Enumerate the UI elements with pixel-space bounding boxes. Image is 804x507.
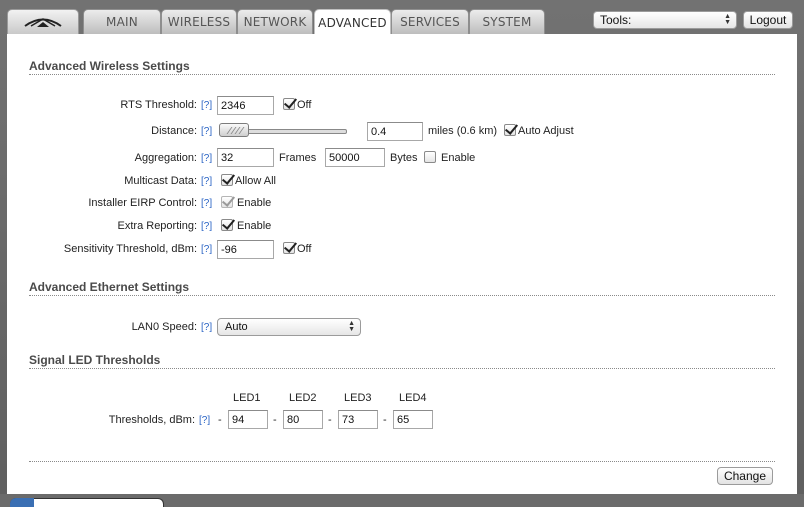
led3-threshold-input[interactable] (338, 410, 378, 429)
led1-threshold-input[interactable] (228, 410, 268, 429)
distance-slider-handle[interactable] (219, 123, 249, 137)
distance-unit-text: miles (0.6 km) (428, 125, 498, 137)
sensitivity-off-checkbox[interactable] (283, 242, 295, 254)
wireless-section-title: Advanced Wireless Settings (29, 59, 190, 73)
tab-advanced[interactable]: ADVANCED (314, 9, 391, 35)
distance-help-link[interactable]: [?] (201, 126, 212, 137)
led2-header: LED2 (289, 392, 317, 404)
footer-logo-icon (10, 498, 34, 507)
led-section-title: Signal LED Thresholds (29, 353, 161, 367)
sensitivity-off-label: Off (297, 243, 312, 255)
multicast-help-link[interactable]: [?] (201, 176, 212, 187)
tab-network[interactable]: NETWORK (237, 9, 313, 34)
advanced-settings-panel: Advanced Wireless Settings RTS Threshold… (7, 34, 797, 494)
logout-button[interactable]: Logout (743, 11, 793, 29)
aggregation-bytes-input[interactable] (325, 148, 385, 167)
led-separator: - (273, 414, 277, 426)
aggregation-frames-input[interactable] (217, 148, 274, 167)
frames-label: Frames (279, 152, 317, 164)
led-separator: - (383, 414, 387, 426)
distance-label: Distance: (151, 125, 197, 137)
tools-select[interactable]: Tools: ▲ ▼ (593, 11, 737, 29)
lan0-help-link[interactable]: [?] (201, 322, 212, 333)
tab-system[interactable]: SYSTEM (469, 9, 545, 34)
select-arrows-icon: ▲ ▼ (348, 320, 355, 333)
installer-eirp-enable-label: Enable (237, 197, 272, 209)
led1-header: LED1 (233, 392, 261, 404)
extra-reporting-checkbox[interactable] (221, 219, 233, 231)
multicast-allow-label: Allow All (235, 175, 276, 187)
lan0-speed-select[interactable]: Auto ▲ ▼ (217, 318, 361, 336)
section-divider (29, 368, 775, 369)
top-navigation: MAIN WIRELESS NETWORK ADVANCED SERVICES … (0, 0, 804, 35)
led-separator: - (218, 414, 222, 426)
sensitivity-threshold-input[interactable] (217, 240, 274, 259)
installer-eirp-help-link[interactable]: [?] (201, 198, 212, 209)
select-arrows-icon: ▲ ▼ (724, 13, 731, 26)
led4-header: LED4 (399, 392, 427, 404)
multicast-data-label: Multicast Data: (124, 175, 197, 187)
auto-adjust-label: Auto Adjust (518, 125, 574, 137)
logo-icon (24, 18, 62, 27)
sensitivity-threshold-label: Sensitivity Threshold, dBm: (63, 243, 197, 255)
bytes-label: Bytes (390, 152, 418, 164)
lan0-speed-label: LAN0 Speed: (131, 321, 197, 333)
tab-services[interactable]: SERVICES (391, 9, 469, 34)
aggregation-help-link[interactable]: [?] (201, 153, 212, 164)
distance-input[interactable] (367, 122, 423, 141)
ubiquiti-logo[interactable] (7, 9, 79, 34)
rts-threshold-label: RTS Threshold: (120, 99, 197, 111)
installer-eirp-checkbox (221, 196, 233, 208)
rts-off-checkbox[interactable] (283, 98, 295, 110)
aggregation-enable-label: Enable (441, 152, 476, 164)
extra-reporting-label: Extra Reporting: (117, 220, 197, 232)
multicast-allow-checkbox[interactable] (221, 174, 233, 186)
thresholds-label: Thresholds, dBm: (108, 414, 195, 426)
tools-select-value: Tools: (600, 13, 632, 27)
led3-header: LED3 (344, 392, 372, 404)
tab-main[interactable]: MAIN (83, 9, 161, 34)
rts-threshold-input[interactable] (217, 96, 274, 115)
extra-reporting-enable-label: Enable (237, 220, 272, 232)
rts-help-link[interactable]: [?] (201, 100, 212, 111)
aggregation-label: Aggregation: (134, 152, 197, 164)
led4-threshold-input[interactable] (393, 410, 433, 429)
ethernet-section-title: Advanced Ethernet Settings (29, 280, 190, 294)
sensitivity-help-link[interactable]: [?] (201, 244, 212, 255)
installer-eirp-label: Installer EIRP Control: (88, 197, 197, 209)
auto-adjust-checkbox[interactable] (504, 124, 516, 136)
change-button[interactable]: Change (717, 467, 773, 485)
led-separator: - (328, 414, 332, 426)
section-divider (29, 295, 775, 296)
section-divider (29, 461, 775, 462)
lan0-speed-value: Auto (225, 321, 248, 333)
rts-off-label: Off (297, 99, 312, 111)
extra-reporting-help-link[interactable]: [?] (201, 221, 212, 232)
aggregation-enable-checkbox[interactable] (424, 151, 436, 163)
thresholds-help-link[interactable]: [?] (199, 415, 210, 426)
tab-wireless[interactable]: WIRELESS (161, 9, 237, 34)
section-divider (29, 74, 775, 75)
led2-threshold-input[interactable] (283, 410, 323, 429)
